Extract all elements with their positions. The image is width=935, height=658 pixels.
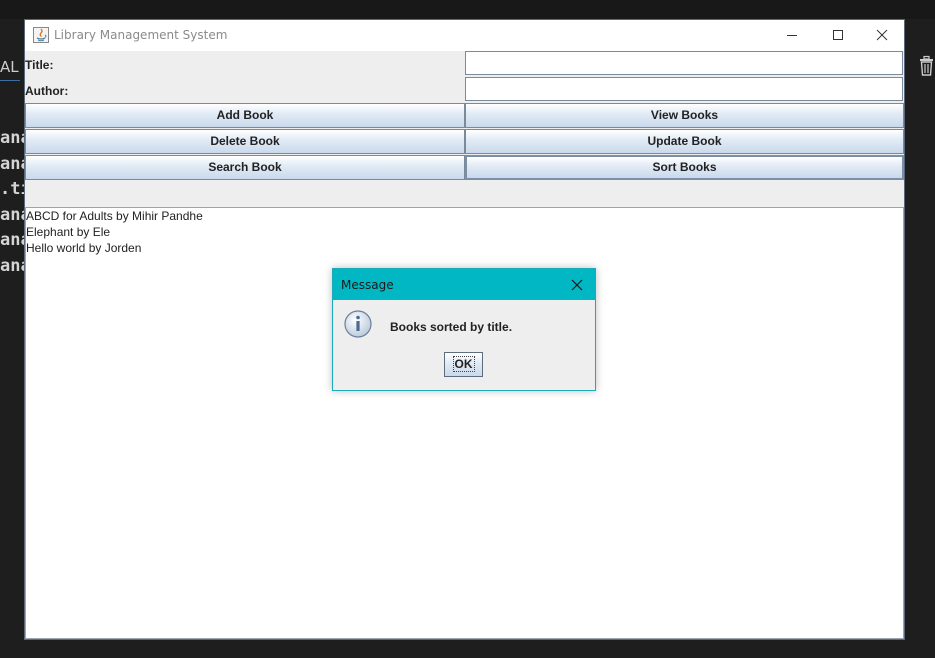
list-item: Hello world by Jorden [26,241,142,255]
title-label: Title: [25,58,54,72]
author-input[interactable] [465,77,903,101]
info-icon [344,310,372,338]
ok-button[interactable]: OK [444,352,483,377]
message-dialog: Message Books sorted by title. OK [332,268,596,391]
update-book-button[interactable]: Update Book [465,129,904,154]
window-titlebar[interactable]: Library Management System [25,20,904,51]
background-panel-label: AL [0,58,19,76]
background-top-band [0,0,935,19]
dialog-titlebar[interactable]: Message [333,269,595,300]
add-book-button[interactable]: Add Book [25,103,465,128]
view-books-button[interactable]: View Books [465,103,904,128]
minimize-icon[interactable] [769,20,815,51]
list-item: ABCD for Adults by Mihir Pandhe [26,209,203,223]
background-panel-underline [0,80,20,81]
window-title: Library Management System [54,28,228,42]
list-item: Elephant by Ele [26,225,111,239]
maximize-icon[interactable] [815,20,861,51]
sort-books-button[interactable]: Sort Books [465,155,904,180]
dialog-title: Message [341,278,394,292]
ok-button-label: OK [452,356,475,372]
author-label: Author: [25,84,69,98]
close-icon[interactable] [569,277,585,293]
java-app-icon [33,27,49,43]
trash-icon[interactable] [918,55,935,77]
dialog-message: Books sorted by title. [390,320,513,334]
title-input[interactable] [465,51,903,75]
close-icon[interactable] [859,20,905,51]
delete-book-button[interactable]: Delete Book [25,129,465,154]
search-book-button[interactable]: Search Book [25,155,465,180]
